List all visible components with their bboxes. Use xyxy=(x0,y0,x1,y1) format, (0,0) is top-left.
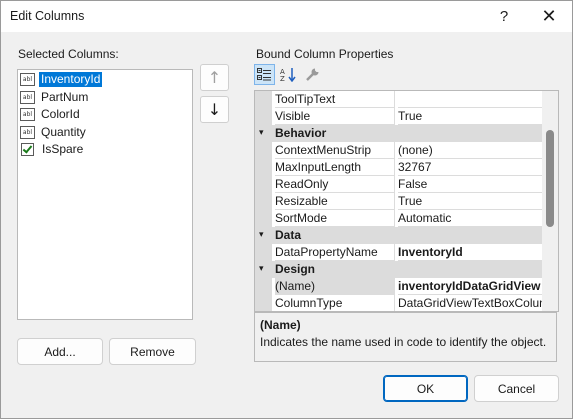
scrollbar-thumb[interactable] xyxy=(546,130,554,227)
textbox-column-icon: abl xyxy=(20,108,35,121)
categorized-button[interactable] xyxy=(254,64,275,85)
window-title: Edit Columns xyxy=(10,9,85,23)
row-margin xyxy=(255,108,272,125)
property-row-tooltiptext[interactable]: ToolTipText xyxy=(255,91,542,108)
property-name: ReadOnly xyxy=(275,176,395,193)
property-row-sortmode[interactable]: SortMode Automatic xyxy=(255,210,542,227)
column-item-quantity[interactable]: abl Quantity xyxy=(20,124,88,141)
property-pages-button[interactable] xyxy=(302,64,323,85)
description-title: (Name) xyxy=(260,318,301,332)
category-behavior[interactable]: ▾ Behavior xyxy=(255,125,542,142)
close-button[interactable]: ✕ xyxy=(527,1,571,32)
property-name: Visible xyxy=(275,108,395,125)
row-margin xyxy=(255,159,272,176)
property-row-readonly[interactable]: ReadOnly False xyxy=(255,176,542,193)
category-label: Data xyxy=(275,228,302,242)
property-value[interactable]: inventoryIdDataGridView xyxy=(398,278,542,295)
alphabetical-icon: A Z xyxy=(280,68,296,82)
property-row-columntype[interactable]: ColumnType DataGridViewTextBoxColun xyxy=(255,295,542,311)
checkbox-column-icon xyxy=(21,143,34,156)
property-name: ToolTipText xyxy=(275,91,395,108)
categorized-icon xyxy=(257,68,271,81)
property-name: Resizable xyxy=(275,193,395,210)
alphabetical-button[interactable]: A Z xyxy=(278,64,299,85)
arrow-down-icon: ↓ xyxy=(207,100,222,119)
vertical-scrollbar[interactable] xyxy=(542,91,558,311)
category-label: Design xyxy=(275,262,316,276)
row-margin xyxy=(255,176,272,193)
property-value[interactable]: DataGridViewTextBoxColun xyxy=(398,295,542,311)
textbox-column-icon: abl xyxy=(20,91,35,104)
description-text: Indicates the name used in code to ident… xyxy=(260,335,547,349)
textbox-column-icon: abl xyxy=(20,126,35,139)
property-row-contextmenustrip[interactable]: ContextMenuStrip (none) xyxy=(255,142,542,159)
row-margin xyxy=(255,142,272,159)
property-value[interactable]: True xyxy=(398,193,542,210)
column-item-partnum[interactable]: abl PartNum xyxy=(20,89,90,106)
property-name: DataPropertyName xyxy=(275,244,395,261)
property-name: SortMode xyxy=(275,210,395,227)
property-value[interactable] xyxy=(398,91,542,108)
property-description-panel: (Name) Indicates the name used in code t… xyxy=(254,312,557,362)
column-item-isspare[interactable]: IsSpare xyxy=(20,141,85,158)
property-value[interactable]: True xyxy=(398,108,542,125)
textbox-column-icon: abl xyxy=(20,73,35,86)
selected-columns-list[interactable]: abl InventoryId abl PartNum abl ColorId … xyxy=(17,69,193,320)
row-margin xyxy=(255,91,272,108)
category-data[interactable]: ▾ Data xyxy=(255,227,542,244)
property-grid[interactable]: ToolTipText Visible True ▾ Behavior Cont… xyxy=(254,90,559,312)
column-item-label: InventoryId xyxy=(37,71,104,88)
property-name: ContextMenuStrip xyxy=(275,142,395,159)
column-item-inventoryid[interactable]: abl InventoryId xyxy=(20,71,104,88)
row-margin xyxy=(255,295,272,311)
property-value[interactable]: InventoryId xyxy=(398,244,542,261)
property-value[interactable]: (none) xyxy=(398,142,542,159)
property-name: ColumnType xyxy=(275,295,395,311)
chevron-down-icon[interactable]: ▾ xyxy=(259,264,264,274)
chevron-down-icon[interactable]: ▾ xyxy=(259,128,264,138)
property-row-maxinputlength[interactable]: MaxInputLength 32767 xyxy=(255,159,542,176)
column-item-label: IsSpare xyxy=(42,142,84,156)
help-button[interactable]: ? xyxy=(482,1,526,32)
property-row-datapropertyname[interactable]: DataPropertyName InventoryId xyxy=(255,244,542,261)
category-label: Behavior xyxy=(275,126,327,140)
edit-columns-dialog: Edit Columns ? ✕ Selected Columns: abl I… xyxy=(0,0,573,419)
chevron-down-icon[interactable]: ▾ xyxy=(259,230,264,240)
property-value[interactable]: False xyxy=(398,176,542,193)
ok-button[interactable]: OK xyxy=(383,375,468,402)
row-margin xyxy=(255,193,272,210)
move-up-button[interactable]: ↑ xyxy=(200,64,229,91)
add-button[interactable]: Add... xyxy=(17,338,103,365)
property-row-visible[interactable]: Visible True xyxy=(255,108,542,125)
property-row-name[interactable]: (Name) inventoryIdDataGridView xyxy=(255,278,542,295)
move-down-button[interactable]: ↓ xyxy=(200,96,229,123)
column-item-label: PartNum xyxy=(41,90,89,104)
selected-columns-label: Selected Columns: xyxy=(18,47,119,61)
wrench-icon xyxy=(306,68,319,81)
property-row-resizable[interactable]: Resizable True xyxy=(255,193,542,210)
row-margin xyxy=(255,244,272,261)
svg-text:Z: Z xyxy=(280,75,285,82)
property-value[interactable]: Automatic xyxy=(398,210,542,227)
arrow-up-icon: ↑ xyxy=(207,68,222,87)
property-grid-toolbar: A Z xyxy=(254,64,326,86)
column-item-label: Quantity xyxy=(41,125,86,139)
column-item-colorid[interactable]: abl ColorId xyxy=(20,106,82,123)
bound-column-properties-label: Bound Column Properties xyxy=(256,47,394,61)
column-item-label: ColorId xyxy=(41,107,80,121)
row-margin xyxy=(255,210,272,227)
remove-button[interactable]: Remove xyxy=(109,338,196,365)
title-bar: Edit Columns ? ✕ xyxy=(1,1,572,32)
cancel-button[interactable]: Cancel xyxy=(474,375,559,402)
category-design[interactable]: ▾ Design xyxy=(255,261,542,278)
row-margin xyxy=(255,278,272,295)
property-name: MaxInputLength xyxy=(275,159,395,176)
property-value[interactable]: 32767 xyxy=(398,159,542,176)
property-name: (Name) xyxy=(275,278,395,295)
